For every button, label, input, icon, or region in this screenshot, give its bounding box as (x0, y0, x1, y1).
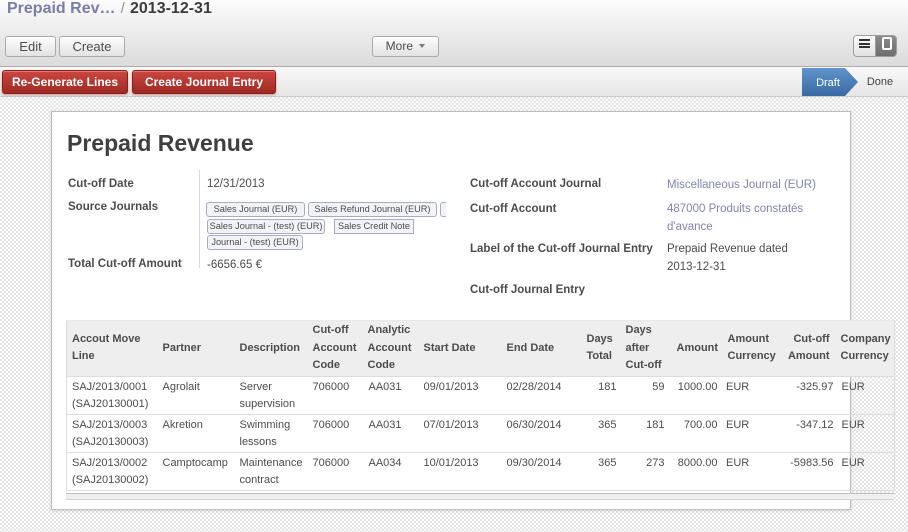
svg-text:Draft: Draft (816, 77, 840, 89)
